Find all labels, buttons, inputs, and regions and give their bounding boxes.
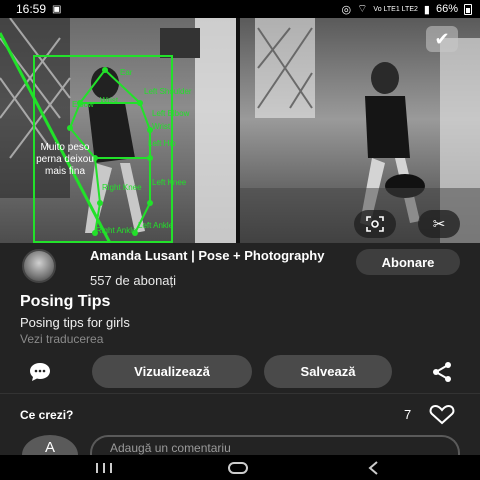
- status-time: 16:59: [16, 2, 47, 16]
- pose-label-left-shoulder: Left Shoulder: [144, 87, 192, 96]
- follow-button[interactable]: Abonare: [356, 249, 460, 275]
- visual-search-button[interactable]: [354, 210, 396, 238]
- translate-link[interactable]: Vezi traducerea: [20, 332, 103, 346]
- pose-label-wrist-left: Wrist: [100, 96, 119, 105]
- pose-label-elbow: Elbow: [72, 100, 94, 109]
- back-icon: [368, 461, 378, 475]
- status-bar: 16:59 ▣ ◎ ⌔ Vo LTE1 LTE2 ▮ 66%: [0, 0, 480, 18]
- pin-image[interactable]: Ear Left Shoulder Left Elbow Wrist Left …: [0, 18, 480, 243]
- comment-icon[interactable]: [28, 361, 52, 383]
- action-row: Vizualizează Salvează: [0, 355, 480, 389]
- back-button[interactable]: [354, 457, 394, 479]
- home-icon: [228, 462, 248, 474]
- visual-search-icon: [366, 216, 384, 232]
- view-button[interactable]: Vizualizează: [92, 355, 252, 388]
- share-icon[interactable]: [430, 361, 454, 383]
- home-button[interactable]: [218, 457, 258, 479]
- follower-count: 557 de abonați: [90, 273, 177, 288]
- pin-details: Amanda Lusant | Pose + Photography 557 d…: [0, 243, 480, 455]
- comments-heading: Ce crezi?: [20, 408, 74, 422]
- checkmark-icon[interactable]: ✔: [426, 26, 458, 52]
- comment-input[interactable]: [90, 435, 460, 455]
- system-nav-bar: [0, 455, 480, 480]
- creator-name[interactable]: Amanda Lusant | Pose + Photography: [90, 249, 330, 262]
- pose-label-left-elbow: Left Elbow: [152, 109, 190, 118]
- like-count: 7: [404, 407, 412, 422]
- divider: [0, 393, 480, 394]
- photo-illustration: [0, 18, 480, 243]
- crop-button[interactable]: ✂: [418, 210, 460, 238]
- comment-user-initial: A: [22, 435, 78, 455]
- save-button[interactable]: Salvează: [264, 355, 392, 388]
- nfc-icon: ◎: [341, 3, 352, 16]
- pose-label-left-ankle: Left Ankle: [138, 221, 174, 230]
- wifi-icon: ⌔: [357, 3, 368, 15]
- pose-label-ear: Ear: [120, 68, 133, 77]
- pin-description: Posing tips for girls: [20, 315, 130, 330]
- battery-percent: 66%: [435, 3, 458, 15]
- pose-label-wrist-right: Wrist: [152, 122, 171, 131]
- pose-label-right-ankle: Right Ankle: [96, 226, 137, 235]
- comment-user-avatar: A: [22, 435, 78, 455]
- status-indicators: ◎ ⌔ Vo LTE1 LTE2 ▮ 66%: [341, 2, 472, 16]
- heart-icon[interactable]: [428, 405, 456, 425]
- network-indicators: Vo LTE1 LTE2: [373, 5, 418, 13]
- battery-icon: [464, 3, 472, 15]
- creator-avatar[interactable]: [22, 249, 56, 283]
- pose-label-left-knee: Left Knee: [152, 178, 187, 187]
- recent-apps-button[interactable]: [84, 457, 124, 479]
- scissors-icon: ✂: [432, 216, 446, 233]
- gallery-notification-icon: ▣: [52, 3, 62, 15]
- photo-caption: Muito peso perna deixou mais fina: [36, 142, 94, 177]
- pose-label-left-hip: Left Hip: [148, 139, 176, 148]
- recent-apps-icon: [96, 463, 112, 473]
- pin-title: Posing Tips: [20, 293, 111, 310]
- signal-icon: ▮: [423, 3, 430, 16]
- creator-row: Amanda Lusant | Pose + Photography 557 d…: [0, 243, 480, 289]
- pose-label-right-knee: Right Knee: [102, 183, 142, 192]
